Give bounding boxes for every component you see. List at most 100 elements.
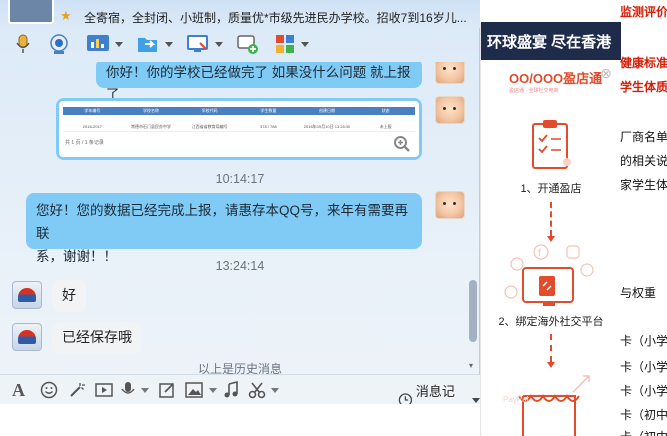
chevron-down-icon[interactable] (209, 387, 217, 393)
table-header-cell: 学年编号 (84, 108, 101, 113)
ad-panel[interactable]: 环球盛宴 尽在香港 ⊗ OO/OOO盈店通 盈店通 · 全球社交电商 1、开通盈… (480, 22, 621, 436)
my-avatar[interactable] (435, 191, 465, 219)
message-timestamp: 13:24:14 (215, 259, 265, 273)
apps-grid-icon (276, 35, 294, 53)
my-avatar[interactable] (435, 96, 465, 124)
voice-message-icon[interactable] (120, 380, 149, 400)
down-arrow-icon (547, 202, 555, 242)
chat-toolbar (0, 28, 480, 62)
chevron-down-icon[interactable] (301, 41, 309, 47)
social-icons-cluster: f (504, 244, 594, 306)
table-cell: 常德市石门县民办中学 (131, 124, 171, 129)
chevron-down-icon[interactable] (271, 387, 279, 393)
table-header-cell: 学校名称 (143, 108, 159, 113)
emoji-icon[interactable] (40, 380, 58, 400)
table-header: 学年编号 学校名称 学校代码 学生数量 创建日期 状态 (63, 107, 415, 115)
message-text: 您好！您的数据已经完成上报，请惠存本QQ号，来年有需要再联 (36, 203, 409, 241)
scrollbar-thumb[interactable] (469, 280, 477, 342)
webcam-icon (50, 34, 68, 54)
ad-brand-name: OO/OOO盈店通 (509, 71, 603, 86)
scroll-down-icon[interactable]: ▾ (469, 362, 477, 370)
monitor-icon (187, 35, 208, 52)
ad-brand-sub: 盈店通 · 全球社交电商 (509, 88, 559, 94)
bg-line: 学生体质健 (620, 80, 667, 94)
table-cell: 江西省省教育局编号 (191, 124, 228, 129)
bg-line[interactable]: 卡（小学 (620, 382, 667, 399)
message-text: 好 (62, 287, 76, 303)
chat-header: ★ 全寄宿，全封闭、小班制，质量优*市级先进民办学校。招收7到16岁儿... (0, 0, 480, 28)
apps-button[interactable] (274, 32, 309, 56)
ad-brand-logo: OO/OOO盈店通 盈店通 · 全球社交电商 (509, 68, 602, 94)
bg-line[interactable]: 的相关说明 (620, 152, 667, 169)
magic-wand-icon[interactable] (68, 380, 86, 400)
svg-text:PayPal: PayPal (503, 395, 529, 404)
chat-add-icon (237, 35, 258, 54)
bg-line: 监测评价 (620, 5, 667, 19)
scissors-icon[interactable] (248, 380, 279, 400)
chevron-down-icon[interactable] (472, 397, 480, 403)
bg-line: 健康标准 (620, 56, 667, 70)
bg-line[interactable]: 卡（小学 (620, 332, 667, 349)
bg-line[interactable]: 卡（初中 (620, 406, 667, 423)
chevron-down-icon[interactable] (165, 41, 173, 47)
ad-step-1: 1、开通盈店 (520, 183, 582, 195)
image-icon[interactable] (184, 380, 217, 400)
star-icon: ★ (60, 8, 72, 23)
ad-step-2: 2、绑定海外社交平台 (498, 316, 604, 328)
table-cell: 2016年09月10日 13:28:30 (303, 124, 351, 129)
voice-call-button[interactable] (12, 32, 34, 56)
svg-text:f: f (538, 248, 541, 259)
contact-avatar[interactable] (12, 281, 42, 309)
folder-arrow-icon (138, 38, 157, 52)
group-chat-button[interactable] (236, 32, 260, 56)
screenshot-image[interactable]: 学年编号 学校名称 学校代码 学生数量 创建日期 状态 2016-2017 常德… (59, 101, 419, 157)
input-toolbar: A 消息记录 (0, 374, 480, 418)
chart-board-icon (87, 35, 109, 51)
bg-line[interactable]: 厂商名单 (620, 128, 667, 145)
table-header-cell: 状态 (381, 108, 390, 113)
table-header-cell: 学生数量 (260, 108, 277, 113)
table-cell: 未上报 (379, 124, 392, 129)
down-arrow-icon (547, 334, 555, 368)
remote-desktop-button[interactable] (86, 32, 123, 56)
table-row: 2016-2017 常德市石门县民办中学 江西省省教育局编号 378 / 788… (63, 122, 415, 132)
message-timestamp: 10:14:17 (215, 172, 265, 186)
font-icon[interactable]: A (12, 380, 25, 400)
message-text: 你好！你的学校已经做完了 如果没什么问题 就上报了 (106, 65, 411, 102)
music-icon[interactable] (222, 380, 240, 400)
chevron-down-icon[interactable] (215, 41, 223, 47)
incoming-message[interactable]: 已经保存哦 (52, 322, 142, 354)
bg-line[interactable]: 与权重 (620, 284, 656, 301)
send-file-button[interactable] (136, 32, 173, 56)
edit-icon[interactable] (158, 380, 176, 400)
contact-avatar[interactable] (8, 0, 54, 24)
bg-line[interactable]: 卡（初中 (620, 428, 667, 436)
outgoing-image-message[interactable]: 学年编号 学校名称 学校代码 学生数量 创建日期 状态 2016-2017 常德… (56, 98, 422, 160)
storefront-icon: PayPal (503, 375, 590, 436)
video-call-button[interactable] (48, 32, 70, 56)
zoom-in-icon[interactable] (393, 135, 411, 153)
bg-line[interactable]: 卡（小学 (620, 358, 667, 375)
chat-window: ★ 全寄宿，全封闭、小班制，质量优*市级先进民办学校。招收7到16岁儿... 你… (0, 0, 480, 436)
my-avatar[interactable] (435, 62, 465, 84)
table-header-cell: 创建日期 (319, 108, 336, 113)
table-cell: 378 / 788 (260, 124, 277, 129)
outgoing-message[interactable]: 你好！你的学校已经做完了 如果没什么问题 就上报了 (96, 62, 422, 102)
contact-signature: 全寄宿，全封闭、小班制，质量优*市级先进民办学校。招收7到16岁儿... (84, 11, 467, 25)
outgoing-message[interactable]: 您好！您的数据已经完成上报，请惠存本QQ号，来年有需要再联 系，谢谢！！ (26, 193, 422, 264)
message-input[interactable] (0, 404, 480, 436)
message-text: 已经保存哦 (62, 329, 132, 345)
screen-share-button[interactable] (186, 32, 223, 56)
incoming-message[interactable]: 好 (52, 280, 86, 312)
message-scrollbar[interactable]: ▾ (468, 62, 478, 372)
bg-line[interactable]: 家学生体 (620, 176, 667, 193)
table-cell: 2016-2017 (82, 124, 102, 129)
video-message-icon[interactable] (94, 380, 114, 400)
microphone-icon (16, 34, 30, 53)
chevron-down-icon[interactable] (115, 41, 123, 47)
chevron-down-icon[interactable] (141, 387, 149, 393)
table-header-cell: 学校代码 (201, 108, 218, 113)
table-footer: 共 1 页 / 1 条记录 (65, 140, 104, 146)
ad-banner[interactable]: 环球盛宴 尽在香港 (481, 22, 621, 60)
contact-avatar[interactable] (12, 323, 42, 351)
